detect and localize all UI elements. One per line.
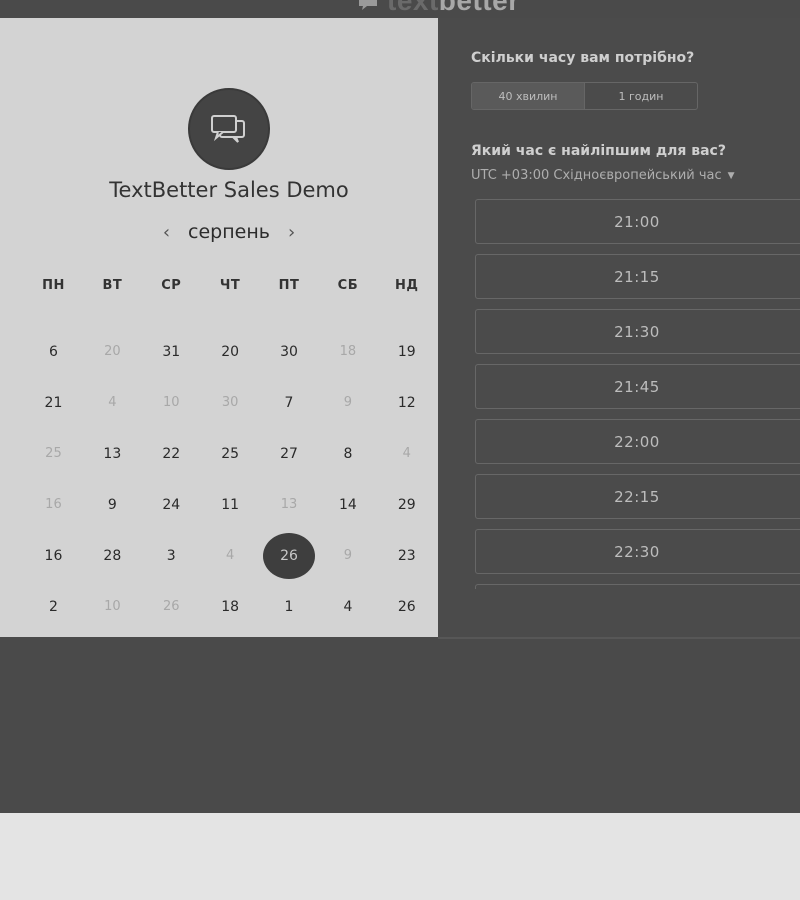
timezone-selector[interactable]: UTC +03:00 Східноєвропейський час ▼ (471, 168, 735, 183)
weekday-label: ПН (42, 278, 65, 293)
calendar-day[interactable]: 25 (201, 428, 260, 479)
calendar-day[interactable]: 27 (260, 428, 319, 479)
calendar-day: 20 (104, 344, 121, 359)
calendar-day[interactable]: 21 (24, 377, 83, 428)
month-label: серпень (188, 221, 270, 243)
time-slot-button[interactable] (475, 584, 800, 589)
calendar-day[interactable]: 1 (260, 581, 319, 632)
chat-bubbles-svg (211, 115, 245, 143)
duration-option[interactable]: 1 годин (585, 83, 697, 109)
calendar-day[interactable]: 30 (260, 326, 319, 377)
duration-selector: 40 хвилин 1 годин (471, 82, 698, 110)
calendar-day[interactable]: 23 (377, 530, 436, 581)
calendar-day: 10 (104, 599, 121, 614)
calendar-grid: 6 20 31 20 30 18 19 21 4 10 30 7 9 12 25 13 22 25 27 8 4 16 9 2… (24, 326, 436, 632)
brand-mark-icon (359, 0, 377, 10)
calendar-day: 9 (343, 548, 353, 563)
calendar-day[interactable]: 8 (318, 428, 377, 479)
chat-bubbles-icon (188, 88, 270, 170)
time-slot-button[interactable]: 22:00 (475, 419, 800, 464)
calendar-day: 16 (45, 497, 62, 512)
calendar-day[interactable]: 26 (377, 581, 436, 632)
calendar-day[interactable]: 24 (142, 479, 201, 530)
calendar-day: 26 (162, 599, 180, 614)
calendar-day[interactable]: 7 (260, 377, 319, 428)
calendar-day: 4 (108, 395, 117, 410)
brand-name-light: text (387, 0, 439, 16)
time-selection-panel: Скільки часу вам потрібно? 40 хвилин 1 го… (438, 18, 800, 637)
weekday-header: ПН ВТ СР ЧТ ПТ СБ НД (24, 278, 436, 293)
duration-option[interactable]: 40 хвилин (472, 83, 585, 109)
weekday-label: ПТ (278, 278, 300, 293)
weekday-label: ЧТ (219, 278, 241, 293)
time-slot-button[interactable]: 21:45 (475, 364, 800, 409)
calendar-day[interactable]: 3 (142, 530, 201, 581)
month-navigation: ‹ серпень › (0, 221, 458, 243)
time-slot-button[interactable]: 22:30 (475, 529, 800, 574)
brand-name-bold: better (438, 0, 520, 16)
calendar-day[interactable]: 6 (24, 326, 83, 377)
timezone-label: UTC +03:00 Східноєвропейський час (471, 168, 722, 183)
time-slot-button[interactable]: 21:00 (475, 199, 800, 244)
panel-divider (438, 637, 800, 639)
brand-logo: text better (355, 0, 520, 16)
weekday-label: СР (161, 278, 182, 293)
weekday-label: СБ (337, 278, 359, 293)
calendar-day[interactable]: 31 (142, 326, 201, 377)
selected-day-circle: 26 (263, 532, 315, 579)
calendar-day[interactable]: 16 (24, 530, 83, 581)
time-slot-button[interactable]: 21:15 (475, 254, 800, 299)
calendar-day: 4 (225, 548, 235, 563)
calendar-day[interactable]: 28 (83, 530, 142, 581)
event-title: TextBetter Sales Demo (109, 178, 349, 202)
calendar-day: 4 (402, 446, 411, 461)
calendar-day[interactable]: 14 (318, 479, 377, 530)
calendar-day[interactable]: 20 (201, 326, 260, 377)
calendar-day[interactable]: 22 (142, 428, 201, 479)
calendar-day: 9 (343, 395, 353, 410)
calendar-day[interactable]: 2 (24, 581, 83, 632)
calendar-day[interactable]: 29 (377, 479, 436, 530)
calendar-day[interactable]: 11 (201, 479, 260, 530)
calendar-day: 18 (339, 344, 357, 359)
calendar-day[interactable]: 19 (377, 326, 436, 377)
calendar-day: 30 (221, 395, 239, 410)
calendar-day: 10 (162, 395, 180, 410)
footer-band (0, 637, 800, 813)
calendar-day[interactable]: 4 (318, 581, 377, 632)
calendar-day: 25 (45, 446, 62, 461)
calendar-panel: TextBetter Sales Demo ‹ серпень › ПН ВТ СР… (0, 18, 438, 637)
caret-down-icon: ▼ (727, 170, 735, 181)
time-slot-button[interactable]: 21:30 (475, 309, 800, 354)
time-slot-list: 21:00 21:15 21:30 21:45 22:00 22:15 22:30 (475, 199, 800, 589)
time-question: Який час є найліпшим для вас? (471, 143, 726, 159)
calendar-day[interactable]: 9 (83, 479, 142, 530)
calendar-day[interactable]: 12 (377, 377, 436, 428)
duration-question: Скільки часу вам потрібно? (471, 50, 695, 66)
calendar-day[interactable]: 18 (201, 581, 260, 632)
chevron-left-icon[interactable]: ‹ (159, 222, 174, 243)
calendar-day[interactable]: 13 (83, 428, 142, 479)
calendar-day-selected[interactable]: 26 (260, 530, 319, 581)
weekday-label: ВТ (102, 278, 123, 293)
calendar-day: 13 (280, 497, 298, 512)
time-slot-button[interactable]: 22:15 (475, 474, 800, 519)
top-header: text better (0, 0, 800, 19)
chevron-right-icon[interactable]: › (284, 222, 299, 243)
weekday-label: НД (395, 278, 419, 293)
